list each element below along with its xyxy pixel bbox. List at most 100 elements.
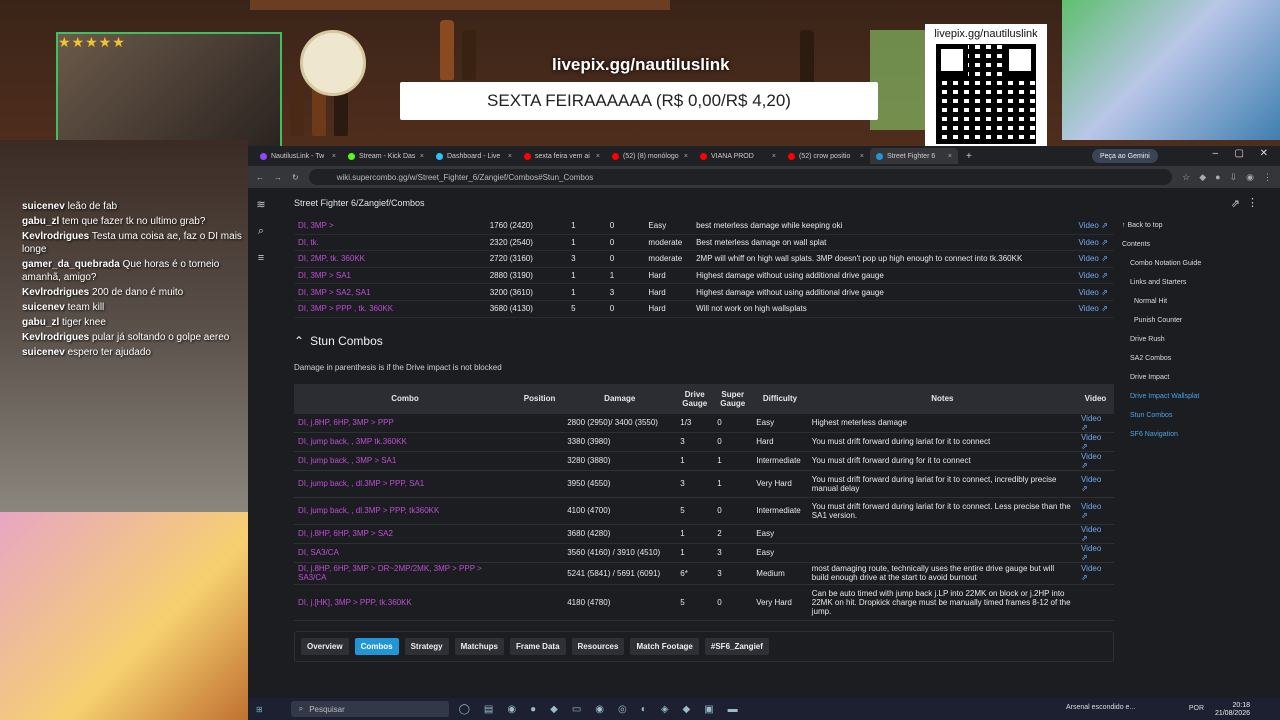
tab-close-icon[interactable]: ×	[684, 153, 688, 160]
browser-tab[interactable]: Stream - Kick Das ×	[342, 148, 430, 164]
toc-item[interactable]: Combo Notation Guide	[1122, 260, 1272, 267]
logo-icon[interactable]: ≋	[256, 198, 265, 211]
app-icon[interactable]: ◐	[641, 704, 647, 715]
column-header[interactable]: Super Gauge	[713, 383, 753, 414]
url-field[interactable]: wiki.supercombo.gg/w/Street_Fighter_6/Za…	[308, 169, 1173, 185]
video-link[interactable]: Video ⇗	[1074, 300, 1114, 318]
video-link[interactable]	[1076, 584, 1114, 621]
share-icon[interactable]: ⇗	[1231, 197, 1240, 210]
news-widget[interactable]: Arsenal escondido e...	[1066, 704, 1135, 711]
toc-item[interactable]: SA2 Combos	[1122, 355, 1272, 362]
video-link[interactable]: Video ⇗	[1076, 413, 1114, 433]
nav-button[interactable]: Combos	[354, 637, 399, 655]
video-link[interactable]: Video ⇗	[1076, 562, 1114, 585]
video-link[interactable]: Video ⇗	[1076, 432, 1114, 452]
chrome-icon[interactable]: ◉	[507, 704, 516, 715]
reload-icon[interactable]: ↻	[292, 173, 299, 182]
maximize-icon[interactable]: ▢	[1235, 148, 1244, 159]
difficulty-cell: Easy	[752, 413, 808, 433]
task-view-icon[interactable]: ◯	[459, 704, 470, 715]
column-header[interactable]: Video	[1076, 383, 1114, 414]
video-link[interactable]: Video ⇗	[1076, 524, 1114, 544]
more-icon[interactable]: ⋮	[1247, 196, 1258, 209]
browser-tab[interactable]: (52) crow positio ×	[782, 148, 870, 164]
nav-button[interactable]: Resources	[571, 637, 625, 655]
column-header[interactable]: Position	[515, 383, 564, 414]
nav-button[interactable]: Frame Data	[509, 637, 566, 655]
back-icon[interactable]: ←	[256, 173, 264, 182]
tab-close-icon[interactable]: ×	[332, 153, 336, 160]
extension-icon[interactable]: ●	[1215, 172, 1220, 183]
tab-close-icon[interactable]: ×	[772, 153, 776, 160]
new-tab-icon[interactable]: +	[966, 151, 972, 162]
toc-item[interactable]: Links and Starters	[1122, 279, 1272, 286]
toc-item[interactable]: Drive Impact Wallsplat	[1122, 393, 1272, 400]
chrome-icon[interactable]: ◉	[595, 704, 604, 715]
app-icon[interactable]: ◆	[683, 704, 691, 715]
toc-item[interactable]: Stun Combos	[1122, 412, 1272, 419]
steam-icon[interactable]: ◈	[661, 704, 669, 715]
chevron-up-icon[interactable]: ⌃	[294, 334, 304, 348]
toc-item[interactable]: Drive Rush	[1122, 336, 1272, 343]
column-header[interactable]: Difficulty	[752, 383, 808, 414]
column-header[interactable]: Drive Gauge	[676, 383, 714, 414]
toc-item[interactable]: Punish Counter	[1122, 317, 1272, 324]
bookmark-icon[interactable]: ☆	[1182, 172, 1190, 183]
minimize-icon[interactable]: –	[1212, 148, 1218, 159]
toc-item[interactable]: Normal Hit	[1122, 298, 1272, 305]
video-link[interactable]: Video ⇗	[1074, 234, 1114, 252]
gemini-button[interactable]: Peça ao Gemini	[1092, 149, 1158, 163]
menu-icon[interactable]: ≡	[258, 252, 264, 264]
nav-button[interactable]: Overview	[301, 637, 349, 655]
browser-tab[interactable]: NautilusLink - Tw ×	[254, 148, 342, 164]
nav-button[interactable]: Matchups	[454, 637, 504, 655]
tab-close-icon[interactable]: ×	[508, 153, 512, 160]
forward-icon[interactable]: →	[274, 173, 282, 182]
toc-item[interactable]: SF6 Navigation	[1122, 431, 1272, 438]
browser-tab[interactable]: Dashboard - Live ×	[430, 148, 518, 164]
opera-icon[interactable]: ●	[530, 704, 536, 715]
folder-icon[interactable]: ▭	[572, 704, 581, 715]
clock[interactable]: 20:18 21/08/2026	[1215, 702, 1250, 718]
nav-button[interactable]: #SF6_Zangief	[704, 637, 769, 655]
app-icon[interactable]: ◆	[550, 704, 558, 715]
taskbar-search[interactable]: ⌕ Pesquisar	[290, 701, 449, 717]
nav-button[interactable]: Match Footage	[630, 637, 699, 655]
extension-icon[interactable]: ◆	[1199, 172, 1206, 183]
column-header[interactable]: Notes	[807, 383, 1077, 414]
tab-close-icon[interactable]: ×	[860, 153, 864, 160]
tab-close-icon[interactable]: ×	[948, 153, 952, 160]
close-icon[interactable]: ✕	[1260, 148, 1268, 159]
nav-button[interactable]: Strategy	[404, 637, 449, 655]
back-to-top-link[interactable]: ↑ Back to top	[1122, 222, 1272, 229]
tab-close-icon[interactable]: ×	[420, 153, 424, 160]
browser-tab[interactable]: (52) (8) monólogo ×	[606, 148, 694, 164]
language-indicator[interactable]: POR	[1189, 705, 1204, 712]
breadcrumb[interactable]: Street Fighter 6/Zangief/Combos	[294, 198, 425, 208]
browser-tab[interactable]: VIANA PROD ×	[694, 148, 782, 164]
video-link[interactable]: Video ⇗	[1074, 218, 1114, 235]
column-header[interactable]: Combo	[294, 383, 516, 414]
video-link[interactable]: Video ⇗	[1074, 283, 1114, 301]
windows-start-icon[interactable]: ⊞	[256, 705, 263, 714]
tab-close-icon[interactable]: ×	[596, 153, 600, 160]
browser-tab[interactable]: sexta feira vem ai ×	[518, 148, 606, 164]
video-link[interactable]: Video ⇗	[1076, 451, 1114, 471]
app-icon[interactable]: ▣	[704, 704, 713, 715]
video-link[interactable]: Video ⇗	[1076, 543, 1114, 563]
browser-tab[interactable]: Street Fighter 6 ×	[870, 148, 958, 164]
menu-icon[interactable]: ⋮	[1263, 172, 1272, 183]
video-link[interactable]: Video ⇗	[1074, 250, 1114, 268]
video-link[interactable]: Video ⇗	[1074, 267, 1114, 285]
download-icon[interactable]: ⇩	[1230, 172, 1238, 183]
profile-icon[interactable]: ◉	[1246, 172, 1254, 183]
super-cell: 0	[605, 300, 645, 318]
video-link[interactable]: Video ⇗	[1076, 470, 1114, 498]
column-header[interactable]: Damage	[563, 383, 677, 414]
app-icon[interactable]: ▬	[728, 704, 738, 715]
toc-item[interactable]: Drive Impact	[1122, 374, 1272, 381]
files-icon[interactable]: ▤	[484, 704, 493, 715]
video-link[interactable]: Video ⇗	[1076, 497, 1114, 525]
search-icon[interactable]: ⌕	[258, 225, 264, 238]
app-icon[interactable]: ◎	[618, 704, 627, 715]
